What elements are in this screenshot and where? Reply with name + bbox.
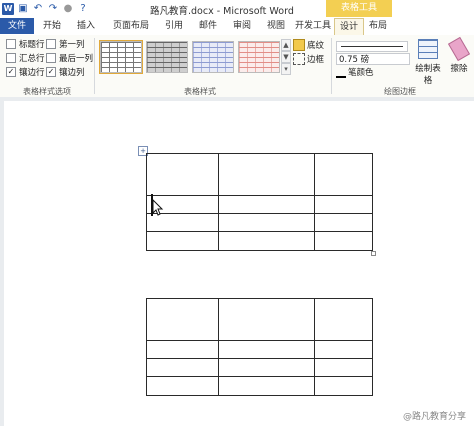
option-banded-columns[interactable]: ✓ 镶边列 xyxy=(46,66,85,78)
option-banded-rows[interactable]: ✓ 镶边行 xyxy=(6,66,45,78)
gallery-more[interactable]: ▾ xyxy=(281,63,291,75)
group-label-style-options: 表格样式选项 xyxy=(23,87,71,96)
gallery-scroll-up[interactable]: ▲ xyxy=(281,39,291,51)
window-title: 路凡教育.docx - Microsoft Word xyxy=(150,6,294,17)
tab-home[interactable]: 开始 xyxy=(38,18,66,34)
redo-icon[interactable]: ↷ xyxy=(47,3,59,15)
watermark: @路凡教育分享 xyxy=(402,412,466,422)
option-first-column[interactable]: 第一列 xyxy=(46,38,85,50)
group-label-table-styles: 表格样式 xyxy=(184,87,216,96)
option-header-row[interactable]: 标题行 xyxy=(6,38,45,50)
tab-layout[interactable]: 布局 xyxy=(364,18,392,34)
line-style-select[interactable] xyxy=(336,41,408,52)
checkbox-checked[interactable]: ✓ xyxy=(46,67,56,77)
eraser-icon xyxy=(447,36,471,62)
table-style-gray[interactable] xyxy=(146,41,188,73)
group-separator xyxy=(94,38,95,94)
tab-view[interactable]: 视图 xyxy=(262,18,290,34)
eraser-button[interactable]: 擦除 xyxy=(447,36,471,74)
checkbox-checked[interactable]: ✓ xyxy=(6,67,16,77)
tab-developer[interactable]: 开发工具 xyxy=(288,18,338,34)
table-style-blue[interactable] xyxy=(192,41,234,73)
table-2[interactable] xyxy=(146,298,373,396)
table-1[interactable] xyxy=(146,153,373,251)
mouse-cursor-icon xyxy=(152,199,164,216)
tab-design[interactable]: 设计 xyxy=(334,18,364,35)
option-total-row[interactable]: 汇总行 xyxy=(6,52,45,64)
tab-page-layout[interactable]: 页面布局 xyxy=(106,18,156,34)
gallery-scroll-down[interactable]: ▼ xyxy=(281,51,291,63)
pen-color-button[interactable]: 笔颜色 xyxy=(336,66,374,78)
line-weight-select[interactable]: 0.75 磅 xyxy=(336,53,410,65)
tab-references[interactable]: 引用 xyxy=(160,18,188,34)
option-last-column[interactable]: 最后一列 xyxy=(46,52,93,64)
draw-table-icon xyxy=(418,39,438,59)
context-tab-group-label: 表格工具 xyxy=(326,0,392,17)
group-label-draw-borders: 绘图边框 xyxy=(384,87,416,96)
save-icon[interactable]: ▣ xyxy=(17,3,29,15)
borders-icon xyxy=(293,53,305,65)
undo-icon[interactable]: ↶ xyxy=(32,3,44,15)
ribbon-tabs: 文件 开始 插入 页面布局 引用 邮件 审阅 视图 开发工具 设计 布局 xyxy=(0,18,474,35)
table-style-plain[interactable] xyxy=(99,40,143,74)
repeat-icon[interactable]: ● xyxy=(62,3,74,15)
help-icon[interactable]: ? xyxy=(77,3,89,15)
tab-file[interactable]: 文件 xyxy=(0,18,34,34)
pen-color-icon xyxy=(336,66,346,78)
tab-review[interactable]: 审阅 xyxy=(228,18,256,34)
word-icon[interactable]: W xyxy=(2,3,14,15)
borders-button[interactable]: 边框 xyxy=(293,53,324,65)
shading-button[interactable]: 底纹 xyxy=(293,39,324,51)
group-separator xyxy=(331,38,332,94)
checkbox[interactable] xyxy=(46,53,56,63)
tab-mailings[interactable]: 邮件 xyxy=(194,18,222,34)
tab-insert[interactable]: 插入 xyxy=(72,18,100,34)
draw-table-button[interactable]: 绘制表格 xyxy=(412,39,444,86)
quick-access-toolbar: W ▣ ↶ ↷ ● ? xyxy=(2,2,92,16)
table-style-red[interactable] xyxy=(238,41,280,73)
table-resize-handle[interactable] xyxy=(371,251,376,256)
checkbox[interactable] xyxy=(6,39,16,49)
shading-icon xyxy=(293,39,305,51)
checkbox[interactable] xyxy=(46,39,56,49)
ribbon: 标题行 第一列 汇总行 最后一列 ✓ 镶边行 ✓ 镶边列 表格样式选项 ▲ ▼ ▾ … xyxy=(0,35,474,98)
checkbox[interactable] xyxy=(6,53,16,63)
